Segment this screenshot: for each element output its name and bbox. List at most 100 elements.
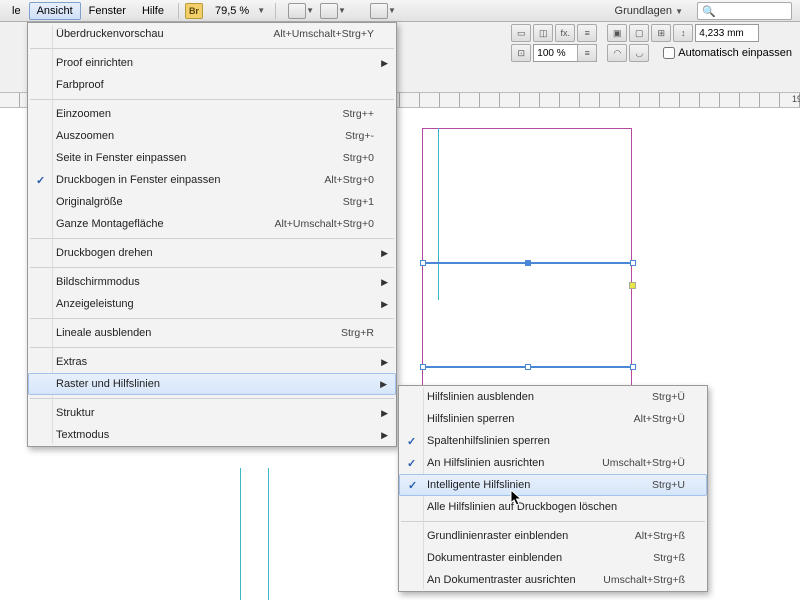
corner1-icon[interactable]: ◠ <box>607 44 627 62</box>
menu-item-label: Farbproof <box>56 79 374 91</box>
frame-fit1-icon[interactable]: ▣ <box>607 24 627 42</box>
menu-item-shortcut: Strg+0 <box>343 152 374 164</box>
menu-item[interactable]: ✓Spaltenhilfslinien sperren <box>399 430 707 452</box>
menu-item-label: Textmodus <box>56 429 374 441</box>
selection-handle[interactable] <box>630 364 636 370</box>
menu-item-label: Überdruckenvorschau <box>56 28 273 40</box>
view-options-icon[interactable] <box>370 3 388 19</box>
menu-item-label: Raster und Hilfslinien <box>56 378 374 390</box>
menu-item-label: Druckbogen drehen <box>56 247 374 259</box>
menu-item[interactable]: Ganze MontageflächeAlt+Umschalt+Strg+0 <box>28 213 396 235</box>
menu-hilfe[interactable]: Hilfe <box>134 2 172 20</box>
column-guide[interactable] <box>240 468 241 600</box>
menu-item[interactable]: Dokumentraster einblendenStrg+ß <box>399 547 707 569</box>
mm-field[interactable]: 4,233 mm <box>695 24 759 42</box>
menu-item-label: Hilfslinien ausblenden <box>427 391 652 403</box>
menu-item-label: Dokumentraster einblenden <box>427 552 653 564</box>
selection-handle[interactable] <box>525 260 531 266</box>
submenu-arrow-icon: ▶ <box>381 408 388 419</box>
menu-item-label: Grundlinienraster einblenden <box>427 530 635 542</box>
zoom-field[interactable]: 79,5 %▼ <box>211 5 269 17</box>
menu-item[interactable]: Druckbogen drehen▶ <box>28 242 396 264</box>
frame-link-icon[interactable]: ↕ <box>673 24 693 42</box>
arrange-icon[interactable] <box>320 3 338 19</box>
menu-item-shortcut: Umschalt+Strg+Ü <box>602 457 685 469</box>
check-icon: ✓ <box>408 479 417 492</box>
menu-item[interactable]: Lineale ausblendenStrg+R <box>28 322 396 344</box>
menu-item[interactable]: ÜberdruckenvorschauAlt+Umschalt+Strg+Y <box>28 23 396 45</box>
menu-item-label: An Hilfslinien ausrichten <box>427 457 602 469</box>
menu-item-label: Alle Hilfslinien auf Druckbogen löschen <box>427 501 685 513</box>
menu-item[interactable]: Textmodus ▶ <box>28 424 396 446</box>
submenu-arrow-icon: ▶ <box>381 299 388 310</box>
control-panel: ▭ ◫ fx. ≡ ⊡ 100 % ≡ ▣ ▢ ⊞ ↕ 4,233 mm ◠ ◡… <box>511 24 792 62</box>
menu-item-shortcut: Strg+Ü <box>652 391 685 403</box>
selection-edge[interactable] <box>422 366 632 368</box>
submenu-arrow-icon: ▶ <box>381 58 388 69</box>
menu-item[interactable]: Anzeigeleistung▶ <box>28 293 396 315</box>
selection-handle[interactable] <box>630 260 636 266</box>
menu-item-label: Bildschirmmodus <box>56 276 374 288</box>
menu-item[interactable]: EinzoomenStrg++ <box>28 103 396 125</box>
menu-item-shortcut: Umschalt+Strg+ß <box>603 574 685 586</box>
selection-edge[interactable] <box>422 262 632 264</box>
menu-item-label: Struktur <box>56 407 374 419</box>
menu-le[interactable]: le <box>4 2 29 20</box>
crop1-icon[interactable]: ⊡ <box>511 44 531 62</box>
menu-item-label: Seite in Fenster einpassen <box>56 152 343 164</box>
fill-icon[interactable]: ▭ <box>511 24 531 42</box>
grids-guides-submenu: Hilfslinien ausblendenStrg+ÜHilfslinien … <box>398 385 708 592</box>
live-corner-handle[interactable] <box>629 282 636 289</box>
menu-item[interactable]: Struktur ▶ <box>28 402 396 424</box>
menu-item[interactable]: Raster und Hilfslinien▶ <box>28 373 396 395</box>
menu-item[interactable]: Bildschirmmodus▶ <box>28 271 396 293</box>
chevron-down-icon: ▼ <box>675 7 683 16</box>
menu-fenster[interactable]: Fenster <box>81 2 134 20</box>
menu-ansicht[interactable]: Ansicht <box>29 2 81 20</box>
frame-crop-icon[interactable]: ⊞ <box>651 24 671 42</box>
menu-item[interactable]: Grundlinienraster einblendenAlt+Strg+ß <box>399 525 707 547</box>
menu-item[interactable]: Hilfslinien ausblendenStrg+Ü <box>399 386 707 408</box>
frame-fit2-icon[interactable]: ▢ <box>629 24 649 42</box>
column-guide[interactable] <box>268 468 269 600</box>
menu-item-shortcut: Strg+U <box>652 479 685 491</box>
menu-item-label: Ganze Montagefläche <box>56 218 274 230</box>
column-guide[interactable] <box>438 128 439 300</box>
stroke-icon[interactable]: ◫ <box>533 24 553 42</box>
menu-item[interactable]: An Dokumentraster ausrichtenUmschalt+Str… <box>399 569 707 591</box>
menu-item[interactable]: Hilfslinien sperrenAlt+Strg+Ü <box>399 408 707 430</box>
menu-item-label: Extras <box>56 356 374 368</box>
menu-item[interactable]: AuszoomenStrg+- <box>28 125 396 147</box>
menu-item[interactable]: Farbproof <box>28 74 396 96</box>
menu-item-shortcut: Alt+Umschalt+Strg+0 <box>274 218 374 230</box>
fx-icon[interactable]: fx. <box>555 24 575 42</box>
selection-handle[interactable] <box>420 364 426 370</box>
dist-icon[interactable]: ≡ <box>577 24 597 42</box>
menu-item-label: An Dokumentraster ausrichten <box>427 574 603 586</box>
bridge-icon[interactable]: Br <box>185 3 203 19</box>
menu-item[interactable]: ✓An Hilfslinien ausrichtenUmschalt+Strg+… <box>399 452 707 474</box>
view-menu-dropdown: ÜberdruckenvorschauAlt+Umschalt+Strg+Y Pr… <box>27 22 397 447</box>
corner2-icon[interactable]: ◡ <box>629 44 649 62</box>
menu-item[interactable]: OriginalgrößeStrg+1 <box>28 191 396 213</box>
menu-item-shortcut: Alt+Strg+0 <box>324 174 374 186</box>
menu-item[interactable]: Proof einrichten▶ <box>28 52 396 74</box>
selection-handle[interactable] <box>525 364 531 370</box>
screen-mode-icon[interactable] <box>288 3 306 19</box>
menu-item[interactable]: ✓Druckbogen in Fenster einpassenAlt+Strg… <box>28 169 396 191</box>
search-input[interactable]: 🔍 <box>697 2 792 20</box>
menu-item-shortcut: Alt+Umschalt+Strg+Y <box>273 28 374 40</box>
selection-handle[interactable] <box>420 260 426 266</box>
workspace-switcher[interactable]: Grundlagen ▼ <box>607 3 691 19</box>
dist2-icon[interactable]: ≡ <box>577 44 597 62</box>
check-icon: ✓ <box>36 174 45 187</box>
menubar: le Ansicht Fenster Hilfe Br 79,5 %▼ ▼ ▼ … <box>0 0 800 22</box>
autofit-checkbox[interactable]: Automatisch einpassen <box>663 47 792 59</box>
menu-item[interactable]: ✓ Intelligente HilfslinienStrg+U <box>399 474 707 496</box>
submenu-arrow-icon: ▶ <box>381 430 388 441</box>
menu-item[interactable]: Extras▶ <box>28 351 396 373</box>
menu-item[interactable]: Alle Hilfslinien auf Druckbogen löschen <box>399 496 707 518</box>
menu-item-label: Intelligente Hilfslinien <box>427 479 652 491</box>
menu-item-shortcut: Strg+R <box>341 327 374 339</box>
menu-item[interactable]: Seite in Fenster einpassenStrg+0 <box>28 147 396 169</box>
